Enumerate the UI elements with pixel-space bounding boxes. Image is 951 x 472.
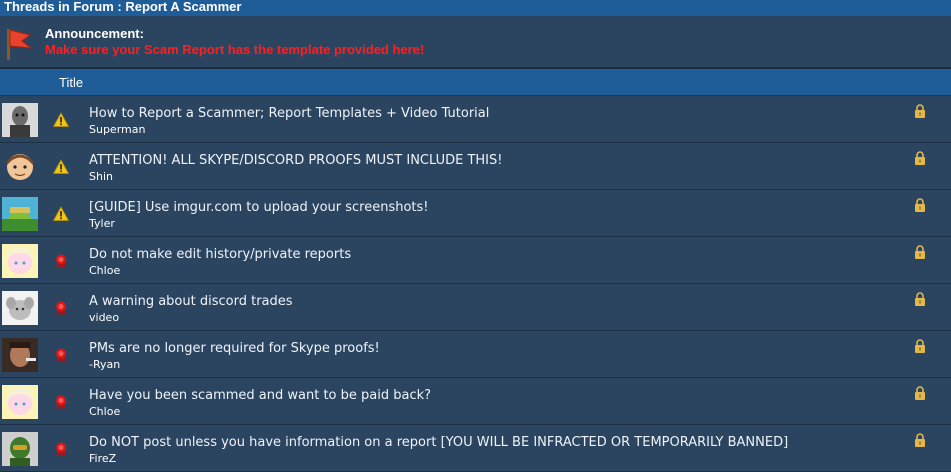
thread-title[interactable]: How to Report a Scammer; Report Template… [89,106,489,121]
thread-row[interactable]: How to Report a Scammer; Report Template… [0,96,951,143]
avatar[interactable] [2,197,38,231]
thread-title[interactable]: Do NOT post unless you have information … [89,435,788,450]
thread-title[interactable]: [GUIDE] Use imgur.com to upload your scr… [89,200,429,215]
avatar[interactable] [2,338,38,372]
avatar[interactable] [2,103,38,137]
column-title-sort[interactable]: Title [59,75,83,90]
thread-row[interactable]: Do not make edit history/private reports… [0,237,951,284]
forum-header: Threads in Forum : Report A Scammer [0,0,951,16]
avatar[interactable] [2,150,38,184]
thread-author[interactable]: Superman [89,123,145,136]
thread-row[interactable]: A warning about discord trades video [0,284,951,331]
lock-icon [915,292,925,306]
column-header: Title [0,69,951,96]
avatar[interactable] [2,244,38,278]
thread-title[interactable]: Do not make edit history/private reports [89,247,351,262]
thread-row[interactable]: Have you been scammed and want to be pai… [0,378,951,425]
thread-row[interactable]: PMs are no longer required for Skype pro… [0,331,951,378]
warning-icon [53,112,69,127]
lock-icon [915,386,925,400]
warning-icon [53,206,69,221]
lock-icon [915,433,925,447]
thread-title[interactable]: PMs are no longer required for Skype pro… [89,341,380,356]
thread-row[interactable]: Do NOT post unless you have information … [0,425,951,472]
thread-title[interactable]: Have you been scammed and want to be pai… [89,388,431,403]
ribbon-icon [56,301,66,316]
lock-icon [915,104,925,118]
lock-icon [915,151,925,165]
thread-row[interactable]: [GUIDE] Use imgur.com to upload your scr… [0,190,951,237]
warning-icon [53,159,69,174]
thread-author[interactable]: Tyler [89,217,115,230]
ribbon-icon [56,348,66,363]
announcement-link[interactable]: Make sure your Scam Report has the templ… [45,42,424,57]
thread-list: How to Report a Scammer; Report Template… [0,96,951,472]
announcement-bar: Announcement: Make sure your Scam Report… [0,16,951,69]
lock-icon [915,198,925,212]
thread-author[interactable]: Chloe [89,405,120,418]
ribbon-icon [56,442,66,457]
avatar[interactable] [2,432,38,466]
thread-author[interactable]: Shin [89,170,113,183]
thread-author[interactable]: -Ryan [89,358,120,371]
announcement-label: Announcement: [45,26,144,41]
avatar[interactable] [2,385,38,419]
avatar[interactable] [2,291,38,325]
forum-title: Threads in Forum : Report A Scammer [4,0,242,14]
lock-icon [915,245,925,259]
thread-author[interactable]: FireZ [89,452,116,465]
lock-icon [915,339,925,353]
thread-title[interactable]: ATTENTION! ALL SKYPE/DISCORD PROOFS MUST… [89,153,502,168]
flag-icon [7,29,33,60]
thread-author[interactable]: video [89,311,119,324]
thread-row[interactable]: ATTENTION! ALL SKYPE/DISCORD PROOFS MUST… [0,143,951,190]
thread-title[interactable]: A warning about discord trades [89,294,293,309]
ribbon-icon [56,395,66,410]
ribbon-icon [56,254,66,269]
thread-author[interactable]: Chloe [89,264,120,277]
